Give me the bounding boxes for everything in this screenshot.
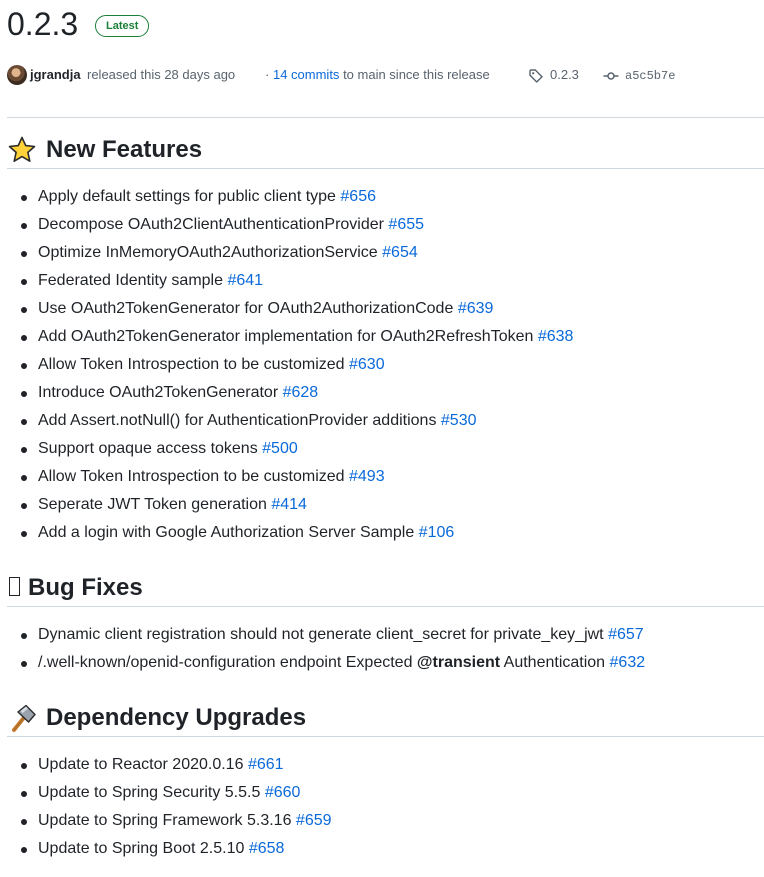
- section-title: Dependency Upgrades: [46, 704, 307, 731]
- issue-link[interactable]: #656: [340, 188, 376, 205]
- list-item: Decompose OAuth2ClientAuthenticationProv…: [7, 211, 764, 239]
- section-title: New Features: [46, 136, 203, 163]
- release-header: 0.2.3 Latest: [7, 4, 764, 52]
- issue-link[interactable]: #500: [262, 440, 298, 457]
- dependency-list: Update to Reactor 2020.0.16 #661 Update …: [7, 751, 764, 863]
- list-item: Add OAuth2TokenGenerator implementation …: [7, 323, 764, 351]
- released-text: released this 28 days ago: [87, 67, 236, 82]
- list-item: Seperate JWT Token generation #414: [7, 491, 764, 519]
- section-title: Bug Fixes: [28, 574, 143, 601]
- issue-link[interactable]: #641: [227, 272, 263, 289]
- issue-link[interactable]: #638: [538, 328, 574, 345]
- list-item: Add Assert.notNull() for AuthenticationP…: [7, 407, 764, 435]
- author-link[interactable]: jgrandja: [30, 64, 81, 86]
- header-divider: [7, 117, 764, 118]
- hammer-icon: [12, 704, 36, 732]
- item-text: Support opaque access tokens: [38, 440, 258, 457]
- missing-glyph-icon: [9, 577, 20, 597]
- separator-dot: ·: [265, 67, 270, 82]
- issue-link[interactable]: #628: [283, 384, 319, 401]
- issue-link[interactable]: #632: [610, 654, 646, 671]
- item-text: Federated Identity sample: [38, 272, 223, 289]
- commits-since-release: · 14 commits to main since this release: [265, 64, 490, 86]
- issue-link[interactable]: #630: [349, 356, 385, 373]
- item-text: Introduce OAuth2TokenGenerator: [38, 384, 279, 401]
- issue-link[interactable]: #660: [265, 784, 301, 801]
- section-new-features: New Features Apply default settings for …: [7, 134, 764, 547]
- issue-link[interactable]: #106: [419, 524, 455, 541]
- item-text: Dynamic client registration should not g…: [38, 626, 604, 643]
- item-text: Allow Token Introspection to be customiz…: [38, 468, 345, 485]
- item-text: Authentication: [503, 654, 606, 671]
- release-meta: jgrandja released this 28 days ago · 14 …: [7, 64, 764, 86]
- list-item: Introduce OAuth2TokenGenerator #628: [7, 379, 764, 407]
- issue-link[interactable]: #659: [296, 812, 332, 829]
- list-item: Use OAuth2TokenGenerator for OAuth2Autho…: [7, 295, 764, 323]
- list-item: Add a login with Google Authorization Se…: [7, 519, 764, 547]
- item-text: Add OAuth2TokenGenerator implementation …: [38, 328, 534, 345]
- user-mention[interactable]: @transient: [417, 654, 500, 671]
- list-item: Allow Token Introspection to be customiz…: [7, 351, 764, 379]
- list-item: /.well-known/openid-configuration endpoi…: [7, 649, 764, 677]
- feature-list: Apply default settings for public client…: [7, 183, 764, 547]
- issue-link[interactable]: #493: [349, 468, 385, 485]
- commit-link[interactable]: a5c5b7e: [603, 64, 675, 87]
- list-item: Apply default settings for public client…: [7, 183, 764, 211]
- issue-link[interactable]: #530: [441, 412, 477, 429]
- list-item: Dynamic client registration should not g…: [7, 621, 764, 649]
- issue-link[interactable]: #414: [271, 496, 307, 513]
- issue-link[interactable]: #655: [388, 216, 424, 233]
- issue-link[interactable]: #661: [248, 756, 284, 773]
- section-bug-fixes: Bug Fixes Dynamic client registration sh…: [7, 572, 764, 677]
- star-icon: [8, 136, 36, 162]
- section-dependency-upgrades: Dependency Upgrades Update to Reactor 20…: [7, 702, 764, 863]
- item-text: Allow Token Introspection to be customiz…: [38, 356, 345, 373]
- item-text: Add Assert.notNull() for AuthenticationP…: [38, 412, 437, 429]
- commit-icon: [603, 71, 619, 80]
- issue-link[interactable]: #657: [608, 626, 644, 643]
- list-item: Support opaque access tokens #500: [7, 435, 764, 463]
- release-version-title[interactable]: 0.2.3: [7, 4, 78, 44]
- item-text: Update to Spring Framework 5.3.16: [38, 812, 292, 829]
- latest-badge: Latest: [95, 15, 150, 37]
- section-heading: New Features: [7, 134, 764, 169]
- section-heading: Bug Fixes: [7, 572, 764, 607]
- list-item: Allow Token Introspection to be customiz…: [7, 463, 764, 491]
- item-text: Apply default settings for public client…: [38, 188, 336, 205]
- issue-link[interactable]: #654: [382, 244, 418, 261]
- item-text: Seperate JWT Token generation: [38, 496, 267, 513]
- tag-label: 0.2.3: [550, 67, 579, 82]
- section-heading: Dependency Upgrades: [7, 702, 764, 737]
- tag-icon: [529, 68, 543, 83]
- list-item: Update to Spring Security 5.5.5 #660: [7, 779, 764, 807]
- item-text: Use OAuth2TokenGenerator for OAuth2Autho…: [38, 300, 454, 317]
- item-text: /.well-known/openid-configuration endpoi…: [38, 654, 413, 671]
- avatar[interactable]: [7, 65, 27, 85]
- item-text: Optimize InMemoryOAuth2AuthorizationServ…: [38, 244, 378, 261]
- issue-link[interactable]: #658: [249, 840, 285, 857]
- list-item: Update to Spring Boot 2.5.10 #658: [7, 835, 764, 863]
- commits-link[interactable]: 14 commits: [273, 67, 339, 82]
- item-text: Update to Spring Boot 2.5.10: [38, 840, 245, 857]
- list-item: Update to Reactor 2020.0.16 #661: [7, 751, 764, 779]
- tag-link[interactable]: 0.2.3: [528, 64, 579, 86]
- bugfix-list: Dynamic client registration should not g…: [7, 621, 764, 677]
- item-text: Update to Reactor 2020.0.16: [38, 756, 244, 773]
- commit-hash: a5c5b7e: [625, 69, 676, 83]
- item-text: Add a login with Google Authorization Se…: [38, 524, 415, 541]
- commits-suffix: to main since this release: [343, 67, 490, 82]
- list-item: Federated Identity sample #641: [7, 267, 764, 295]
- list-item: Optimize InMemoryOAuth2AuthorizationServ…: [7, 239, 764, 267]
- item-text: Decompose OAuth2ClientAuthenticationProv…: [38, 216, 384, 233]
- list-item: Update to Spring Framework 5.3.16 #659: [7, 807, 764, 835]
- issue-link[interactable]: #639: [458, 300, 494, 317]
- item-text: Update to Spring Security 5.5.5: [38, 784, 261, 801]
